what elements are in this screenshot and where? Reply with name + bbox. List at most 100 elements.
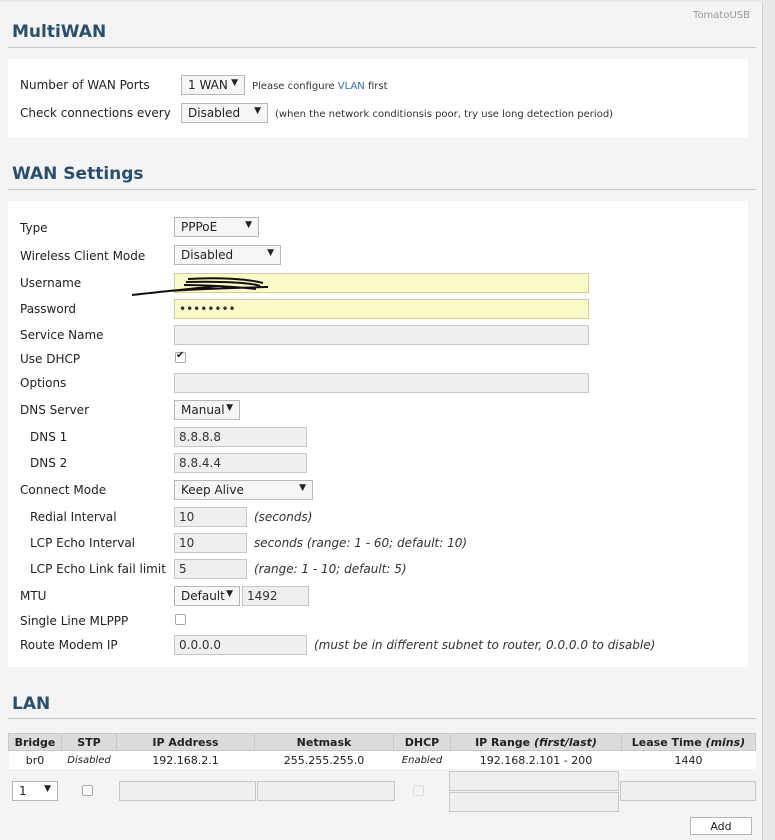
lcp-echo-interval-hint: seconds (range: 1 - 60; default: 10) (254, 536, 468, 550)
wan-settings-title: WAN Settings (12, 164, 144, 184)
new-range-last-input[interactable] (449, 792, 619, 812)
wireless-client-select[interactable]: Disabled ▼ (174, 245, 281, 265)
cell-lease: 1440 (621, 750, 756, 769)
divider (8, 718, 756, 719)
chevron-down-icon: ▼ (226, 403, 233, 413)
lcp-fail-limit-hint: (range: 1 - 10; default: 5) (254, 562, 407, 576)
mlppp-label: Single Line MLPPP (20, 614, 129, 628)
redial-interval-hint: (seconds) (254, 510, 313, 524)
hint-text: Please configure (252, 81, 338, 92)
lcp-echo-interval-input[interactable]: 10 (174, 533, 247, 553)
redaction-scribble (131, 277, 269, 296)
lcp-echo-interval-label: LCP Echo Interval (30, 536, 136, 550)
brand-label: TomatoUSB (693, 10, 750, 21)
cell-dhcp: Enabled (393, 750, 451, 769)
lan-table-header: Bridge STP IP Address Netmask DHCP IP Ra… (8, 733, 756, 751)
password-label: Password (20, 302, 77, 316)
type-value: PPPoE (181, 220, 218, 234)
add-button[interactable]: Add (690, 817, 752, 835)
new-bridge-value: 1 (19, 784, 27, 798)
type-select[interactable]: PPPoE ▼ (174, 217, 259, 237)
connect-mode-label: Connect Mode (20, 483, 107, 497)
lan-title: LAN (12, 694, 51, 714)
col-stp: STP (61, 733, 117, 751)
use-dhcp-checkbox[interactable] (175, 350, 186, 363)
wan-panel: Type PPPoE ▼ Wireless Client Mode Disable… (8, 201, 748, 667)
route-modem-input[interactable]: 0.0.0.0 (174, 635, 307, 655)
col-lease-time: Lease Time (mins) (621, 733, 756, 751)
lan-table: Bridge STP IP Address Netmask DHCP IP Ra… (8, 733, 756, 769)
password-input[interactable]: •••••••• (174, 299, 589, 319)
dns2-input[interactable]: 8.8.4.4 (174, 453, 307, 473)
options-label: Options (20, 376, 67, 390)
wan-ports-hint: Please configure VLAN first (252, 81, 388, 92)
connect-mode-value: Keep Alive (181, 483, 244, 497)
wan-ports-select[interactable]: 1 WAN ▼ (181, 75, 245, 95)
divider (8, 189, 756, 190)
mtu-mode-select[interactable]: Default ▼ (174, 586, 240, 606)
wan-ports-value: 1 WAN (188, 78, 228, 92)
multiwan-panel: Number of WAN Ports 1 WAN ▼ Please config… (8, 59, 748, 138)
check-connections-label: Check connections every (20, 106, 171, 120)
redial-interval-input[interactable]: 10 (174, 507, 247, 527)
col-ip-range-label: IP Range (475, 735, 531, 749)
col-ip-range-note: (first/last) (533, 735, 597, 749)
wireless-client-value: Disabled (181, 248, 234, 262)
col-ip-address: IP Address (116, 733, 255, 751)
cell-range: 192.168.2.101 - 200 (450, 750, 622, 769)
hint-text: first (364, 81, 388, 92)
col-netmask: Netmask (254, 733, 394, 751)
cell-ip: 192.168.2.1 (116, 750, 255, 769)
connect-mode-select[interactable]: Keep Alive ▼ (174, 480, 313, 500)
route-modem-label: Route Modem IP (20, 638, 118, 652)
new-lease-input[interactable] (620, 781, 756, 801)
dns1-input[interactable]: 8.8.8.8 (174, 427, 307, 447)
check-connections-select[interactable]: Disabled ▼ (181, 103, 268, 123)
cell-stp: Disabled (61, 750, 117, 769)
divider (8, 47, 756, 48)
col-ip-range: IP Range (first/last) (450, 733, 622, 751)
col-lease-note: (mins) (705, 735, 746, 749)
check-connections-value: Disabled (188, 106, 241, 120)
chevron-down-icon: ▼ (245, 220, 252, 230)
vlan-link[interactable]: VLAN (338, 81, 365, 92)
new-range-first-input[interactable] (449, 771, 619, 791)
cell-netmask: 255.255.255.0 (254, 750, 394, 769)
new-netmask-input[interactable] (257, 781, 395, 801)
service-name-input[interactable] (174, 325, 589, 345)
multiwan-title: MultiWAN (12, 22, 107, 42)
mlppp-checkbox[interactable] (175, 614, 186, 625)
chevron-down-icon: ▼ (299, 483, 306, 493)
mtu-label: MTU (20, 589, 47, 603)
type-label: Type (20, 221, 48, 235)
table-row[interactable]: br0 Disabled 192.168.2.1 255.255.255.0 E… (8, 750, 756, 769)
chevron-down-icon: ▼ (254, 106, 261, 116)
check-connections-hint: (when the network conditionsis poor, try… (275, 109, 614, 120)
page: TomatoUSB MultiWAN Number of WAN Ports 1… (0, 2, 763, 840)
username-label: Username (20, 276, 82, 290)
new-stp-checkbox[interactable] (82, 785, 93, 796)
service-name-label: Service Name (20, 328, 104, 342)
dns-server-value: Manual (181, 403, 225, 417)
cell-bridge: br0 (8, 750, 62, 769)
dns-server-select[interactable]: Manual ▼ (174, 400, 240, 420)
col-bridge: Bridge (8, 733, 62, 751)
dns1-label: DNS 1 (30, 430, 68, 444)
chevron-down-icon: ▼ (231, 78, 238, 88)
chevron-down-icon: ▼ (267, 248, 274, 258)
use-dhcp-label: Use DHCP (20, 352, 81, 366)
lcp-fail-limit-label: LCP Echo Link fail limit (30, 562, 166, 576)
chevron-down-icon: ▼ (44, 784, 51, 794)
new-dhcp-checkbox[interactable] (413, 785, 424, 796)
chevron-down-icon: ▼ (226, 589, 233, 599)
dns2-label: DNS 2 (30, 456, 68, 470)
options-input[interactable] (174, 373, 589, 393)
wan-ports-label: Number of WAN Ports (20, 78, 150, 92)
new-ip-input[interactable] (119, 781, 256, 801)
col-lease-label: Lease Time (631, 735, 702, 749)
lcp-fail-limit-input[interactable]: 5 (174, 559, 247, 579)
wireless-client-label: Wireless Client Mode (20, 249, 146, 263)
mtu-input[interactable]: 1492 (242, 586, 309, 606)
new-bridge-select[interactable]: 1 ▼ (12, 781, 58, 801)
redial-interval-label: Redial Interval (30, 510, 117, 524)
